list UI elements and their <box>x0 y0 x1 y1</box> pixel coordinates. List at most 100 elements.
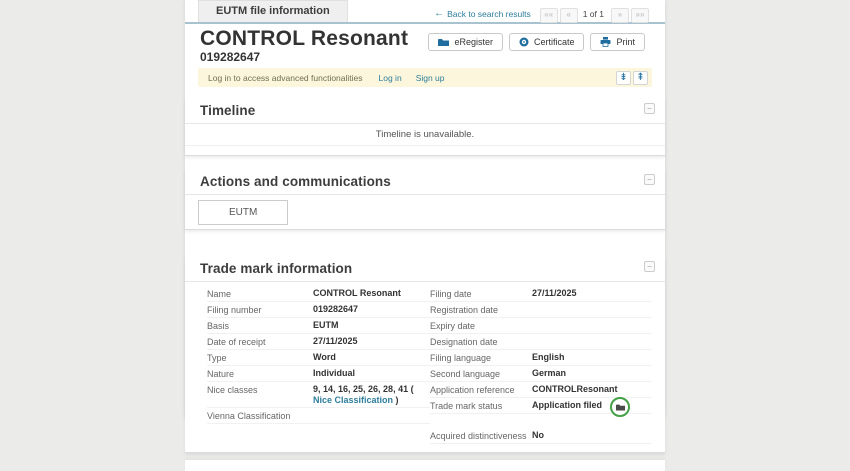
timeline-header: Timeline − <box>185 98 665 124</box>
actions-communications-title: Actions and communications <box>200 174 391 189</box>
field-label: Date of receipt <box>207 336 313 348</box>
section-trademark-information: Trade mark information − NameCONTROL Res… <box>185 256 665 453</box>
pagination-prev-button[interactable]: « <box>560 8 578 23</box>
field-label: Application reference <box>430 384 532 396</box>
field-value: CONTROL Resonant <box>313 288 430 299</box>
next-section-stub <box>185 459 665 471</box>
pagination-last-button[interactable]: »» <box>631 8 649 23</box>
field-label: Registration date <box>430 304 532 316</box>
field-value <box>532 336 651 347</box>
pagination-first-button[interactable]: «« <box>540 8 558 23</box>
field-value: German <box>532 368 651 379</box>
pagination-label: 1 of 1 <box>583 9 604 19</box>
timeline-empty-message: Timeline is unavailable. <box>185 124 665 146</box>
trademark-information-title: Trade mark information <box>200 261 352 276</box>
certificate-seal-icon <box>519 37 529 47</box>
certificate-label: Certificate <box>534 37 575 47</box>
expand-collapse-tools: ⇟ ⇞ <box>616 71 648 85</box>
back-to-search-results-link[interactable]: ← Back to search results <box>434 9 531 19</box>
printer-icon <box>600 37 611 47</box>
field-label: Designation date <box>430 336 532 348</box>
back-link-label: Back to search results <box>447 9 531 19</box>
actions-communications-header: Actions and communications − <box>185 169 665 195</box>
collapse-all-button[interactable]: ⇞ <box>633 71 648 85</box>
top-navigation: ← Back to search results ««« 1 of 1 »»» <box>434 4 649 23</box>
actions-communications-body: EUTM <box>185 195 665 229</box>
field-row: Application referenceCONTROLResonant <box>430 382 651 398</box>
print-button[interactable]: Print <box>590 33 645 51</box>
back-arrow-icon: ← <box>434 10 444 18</box>
field-value: 9, 14, 16, 25, 26, 28, 41 ( Nice Classif… <box>313 384 430 406</box>
field-label: Vienna Classification <box>207 410 313 422</box>
field-label: Basis <box>207 320 313 332</box>
field-label: Filing number <box>207 304 313 316</box>
login-bar-message: Log in to access advanced functionalitie… <box>208 73 363 83</box>
trademark-information-collapse-button[interactable]: − <box>644 261 655 272</box>
field-row: Registration date <box>430 302 651 318</box>
field-row: Filing languageEnglish <box>430 350 651 366</box>
field-row: NatureIndividual <box>207 366 430 382</box>
field-label: Expiry date <box>430 320 532 332</box>
field-label: Filing date <box>430 288 532 300</box>
field-label: Second language <box>430 368 532 380</box>
trademark-info-right-column: Filing date27/11/2025Registration date E… <box>430 286 651 444</box>
login-bar: Log in to access advanced functionalitie… <box>198 68 652 87</box>
field-label: Trade mark status <box>430 400 532 412</box>
title-block: CONTROL Resonant 019282647 <box>200 27 408 64</box>
field-label: Nice classes <box>207 384 313 396</box>
field-value: No <box>532 430 651 441</box>
field-value: 019282647 <box>313 304 430 315</box>
signup-link[interactable]: Sign up <box>416 73 445 83</box>
print-label: Print <box>616 37 635 47</box>
trademark-info-left-column: NameCONTROL ResonantFiling number0192826… <box>207 286 430 444</box>
field-value: 27/11/2025 <box>313 336 430 347</box>
login-link[interactable]: Log in <box>379 73 402 83</box>
collapse-all-icon: ⇞ <box>636 73 644 83</box>
timeline-title: Timeline <box>200 103 255 118</box>
field-value: CONTROLResonant <box>532 384 651 395</box>
field-row: Second languageGerman <box>430 366 651 382</box>
eregister-label: eRegister <box>454 37 493 47</box>
field-label: Type <box>207 352 313 364</box>
timeline-collapse-button[interactable]: − <box>644 103 655 114</box>
field-value <box>532 304 651 315</box>
nice-classification-link[interactable]: Nice Classification <box>313 395 396 405</box>
tab-eutm[interactable]: EUTM <box>198 200 288 225</box>
page-title: CONTROL Resonant <box>200 27 408 50</box>
field-row: Filing date27/11/2025 <box>430 286 651 302</box>
eutm-file-page: { "page": { "tab_label": "EUTM file info… <box>0 0 850 418</box>
tab-eutm-file-information[interactable]: EUTM file information <box>198 0 348 22</box>
pagination-next-button[interactable]: » <box>611 8 629 23</box>
field-row: Trade mark statusApplication filed <box>430 398 651 414</box>
action-buttons: eRegister Certificate Print <box>428 33 645 51</box>
field-value: EUTM <box>313 320 430 331</box>
field-value: Application filed <box>532 400 651 411</box>
section-actions-communications: Actions and communications − EUTM <box>185 169 665 230</box>
field-label: Nature <box>207 368 313 380</box>
field-row: BasisEUTM <box>207 318 430 334</box>
main-content-panel: EUTM file information ← Back to search r… <box>185 0 665 418</box>
sections-container: Timeline − Timeline is unavailable. Acti… <box>185 98 665 471</box>
trademark-info-table: NameCONTROL ResonantFiling number0192826… <box>185 282 665 452</box>
field-value: English <box>532 352 651 363</box>
field-row: Designation date <box>430 334 651 350</box>
field-row: Expiry date <box>430 318 651 334</box>
eregister-button[interactable]: eRegister <box>428 33 503 51</box>
field-value <box>313 410 430 421</box>
field-value <box>532 320 651 331</box>
field-label: Name <box>207 288 313 300</box>
actions-communications-collapse-button[interactable]: − <box>644 174 655 185</box>
field-label: Filing language <box>430 352 532 364</box>
field-value: Word <box>313 352 430 363</box>
status-folder-icon <box>610 397 630 417</box>
certificate-button[interactable]: Certificate <box>509 33 585 51</box>
field-row: NameCONTROL Resonant <box>207 286 430 302</box>
field-label: Acquired distinctiveness <box>430 430 532 442</box>
field-row: Date of receipt27/11/2025 <box>207 334 430 350</box>
pagination: ««« 1 of 1 »»» <box>538 4 649 23</box>
expand-all-button[interactable]: ⇟ <box>616 71 631 85</box>
field-row: Vienna Classification <box>207 408 430 424</box>
field-value: 27/11/2025 <box>532 288 651 299</box>
field-row: Filing number019282647 <box>207 302 430 318</box>
section-timeline: Timeline − Timeline is unavailable. <box>185 98 665 156</box>
